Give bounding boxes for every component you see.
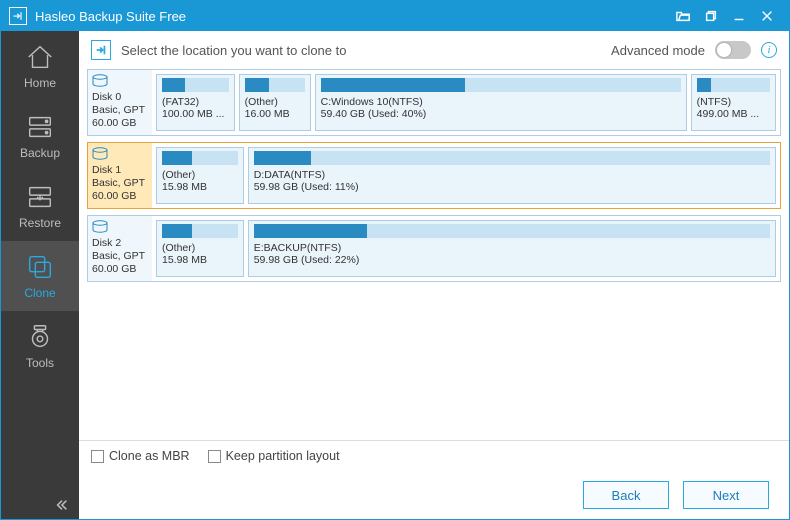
partition-strip: (Other)15.98 MBE:BACKUP(NTFS)59.98 GB (U… bbox=[152, 216, 780, 281]
footer: Back Next bbox=[79, 471, 789, 519]
partition-size: 59.40 GB (Used: 40%) bbox=[321, 108, 681, 120]
partition-size: 59.98 GB (Used: 22%) bbox=[254, 254, 770, 266]
checkbox-icon[interactable] bbox=[208, 450, 221, 463]
partition-size: 59.98 GB (Used: 11%) bbox=[254, 181, 770, 193]
disk-row[interactable]: Disk 1Basic, GPT60.00 GB(Other)15.98 MBD… bbox=[87, 142, 781, 209]
target-arrow-icon bbox=[91, 40, 111, 60]
home-icon bbox=[25, 42, 55, 72]
info-icon[interactable]: i bbox=[761, 42, 777, 58]
partition-size: 16.00 MB bbox=[245, 108, 305, 120]
usage-bar bbox=[254, 224, 770, 238]
app-title: Hasleo Backup Suite Free bbox=[35, 9, 669, 24]
advanced-mode-toggle[interactable] bbox=[715, 41, 751, 59]
close-button[interactable] bbox=[753, 1, 781, 31]
partition-label: (NTFS) bbox=[697, 96, 770, 108]
usage-bar bbox=[697, 78, 770, 92]
partition[interactable]: (Other)15.98 MB bbox=[156, 147, 244, 204]
partition[interactable]: (FAT32)100.00 MB ... bbox=[156, 74, 235, 131]
hdd-icon bbox=[92, 220, 108, 234]
usage-bar bbox=[245, 78, 305, 92]
partition[interactable]: (Other)16.00 MB bbox=[239, 74, 311, 131]
sidebar-item-label: Backup bbox=[20, 146, 60, 160]
usage-bar bbox=[162, 78, 229, 92]
partition-label: E:BACKUP(NTFS) bbox=[254, 242, 770, 254]
disk-size: 60.00 GB bbox=[92, 190, 148, 202]
partition-label: (Other) bbox=[162, 242, 238, 254]
partition-label: (Other) bbox=[162, 169, 238, 181]
partition[interactable]: E:BACKUP(NTFS)59.98 GB (Used: 22%) bbox=[248, 220, 776, 277]
partition-size: 100.00 MB ... bbox=[162, 108, 229, 120]
partition[interactable]: D:DATA(NTFS)59.98 GB (Used: 11%) bbox=[248, 147, 776, 204]
partition[interactable]: C:Windows 10(NTFS)59.40 GB (Used: 40%) bbox=[315, 74, 687, 131]
partition-label: (Other) bbox=[245, 96, 305, 108]
sidebar-item-backup[interactable]: Backup bbox=[1, 101, 79, 171]
sidebar-item-label: Tools bbox=[26, 356, 54, 370]
usage-bar bbox=[254, 151, 770, 165]
disk-type: Basic, GPT bbox=[92, 177, 148, 189]
sidebar-collapse-button[interactable] bbox=[1, 491, 79, 519]
sidebar-item-restore[interactable]: Restore bbox=[1, 171, 79, 241]
minimize-button[interactable] bbox=[725, 1, 753, 31]
disk-row[interactable]: Disk 0Basic, GPT60.00 GB(FAT32)100.00 MB… bbox=[87, 69, 781, 136]
partition-label: D:DATA(NTFS) bbox=[254, 169, 770, 181]
restore-window-button[interactable] bbox=[697, 1, 725, 31]
partition-size: 15.98 MB bbox=[162, 181, 238, 193]
restore-icon bbox=[25, 182, 55, 212]
hdd-icon bbox=[92, 147, 108, 161]
backup-icon bbox=[25, 112, 55, 142]
body: Home Backup Restore Clone Tools bbox=[1, 31, 789, 519]
partition-label: C:Windows 10(NTFS) bbox=[321, 96, 681, 108]
option-clone-as-mbr[interactable]: Clone as MBR bbox=[91, 449, 190, 463]
usage-bar bbox=[321, 78, 681, 92]
next-button[interactable]: Next bbox=[683, 481, 769, 509]
open-folder-button[interactable] bbox=[669, 1, 697, 31]
partition-size: 15.98 MB bbox=[162, 254, 238, 266]
usage-bar bbox=[162, 151, 238, 165]
checkbox-icon[interactable] bbox=[91, 450, 104, 463]
clone-icon bbox=[25, 252, 55, 282]
chevron-double-left-icon bbox=[55, 498, 69, 512]
partition-label: (FAT32) bbox=[162, 96, 229, 108]
disk-name: Disk 2 bbox=[92, 237, 148, 249]
disk-type: Basic, GPT bbox=[92, 104, 148, 116]
main-panel: Select the location you want to clone to… bbox=[79, 31, 789, 519]
usage-bar bbox=[162, 224, 238, 238]
sidebar-item-label: Restore bbox=[19, 216, 61, 230]
sidebar-item-label: Home bbox=[24, 76, 56, 90]
app-window: Hasleo Backup Suite Free Home Backup bbox=[0, 0, 790, 520]
back-button[interactable]: Back bbox=[583, 481, 669, 509]
partition[interactable]: (Other)15.98 MB bbox=[156, 220, 244, 277]
disk-header: Disk 2Basic, GPT60.00 GB bbox=[88, 216, 152, 281]
partition-size: 499.00 MB ... bbox=[697, 108, 770, 120]
disk-name: Disk 1 bbox=[92, 164, 148, 176]
titlebar: Hasleo Backup Suite Free bbox=[1, 1, 789, 31]
disk-size: 60.00 GB bbox=[92, 117, 148, 129]
sidebar-item-tools[interactable]: Tools bbox=[1, 311, 79, 381]
disk-name: Disk 0 bbox=[92, 91, 148, 103]
partition-strip: (FAT32)100.00 MB ...(Other)16.00 MBC:Win… bbox=[152, 70, 780, 135]
sidebar-item-label: Clone bbox=[24, 286, 55, 300]
sidebar-item-home[interactable]: Home bbox=[1, 31, 79, 101]
sidebar: Home Backup Restore Clone Tools bbox=[1, 31, 79, 519]
disk-type: Basic, GPT bbox=[92, 250, 148, 262]
hdd-icon bbox=[92, 74, 108, 88]
disk-row[interactable]: Disk 2Basic, GPT60.00 GB(Other)15.98 MBE… bbox=[87, 215, 781, 282]
instruction-text: Select the location you want to clone to bbox=[121, 43, 346, 58]
sidebar-item-clone[interactable]: Clone bbox=[1, 241, 79, 311]
app-icon bbox=[9, 7, 27, 25]
options-bar: Clone as MBR Keep partition layout bbox=[79, 440, 789, 471]
disk-header: Disk 1Basic, GPT60.00 GB bbox=[88, 143, 152, 208]
instruction-bar: Select the location you want to clone to… bbox=[79, 31, 789, 69]
tools-icon bbox=[25, 322, 55, 352]
partition-strip: (Other)15.98 MBD:DATA(NTFS)59.98 GB (Use… bbox=[152, 143, 780, 208]
disk-list: Disk 0Basic, GPT60.00 GB(FAT32)100.00 MB… bbox=[79, 69, 789, 440]
disk-size: 60.00 GB bbox=[92, 263, 148, 275]
advanced-mode-label: Advanced mode bbox=[611, 43, 705, 58]
disk-header: Disk 0Basic, GPT60.00 GB bbox=[88, 70, 152, 135]
option-keep-partition-layout[interactable]: Keep partition layout bbox=[208, 449, 340, 463]
partition[interactable]: (NTFS)499.00 MB ... bbox=[691, 74, 776, 131]
